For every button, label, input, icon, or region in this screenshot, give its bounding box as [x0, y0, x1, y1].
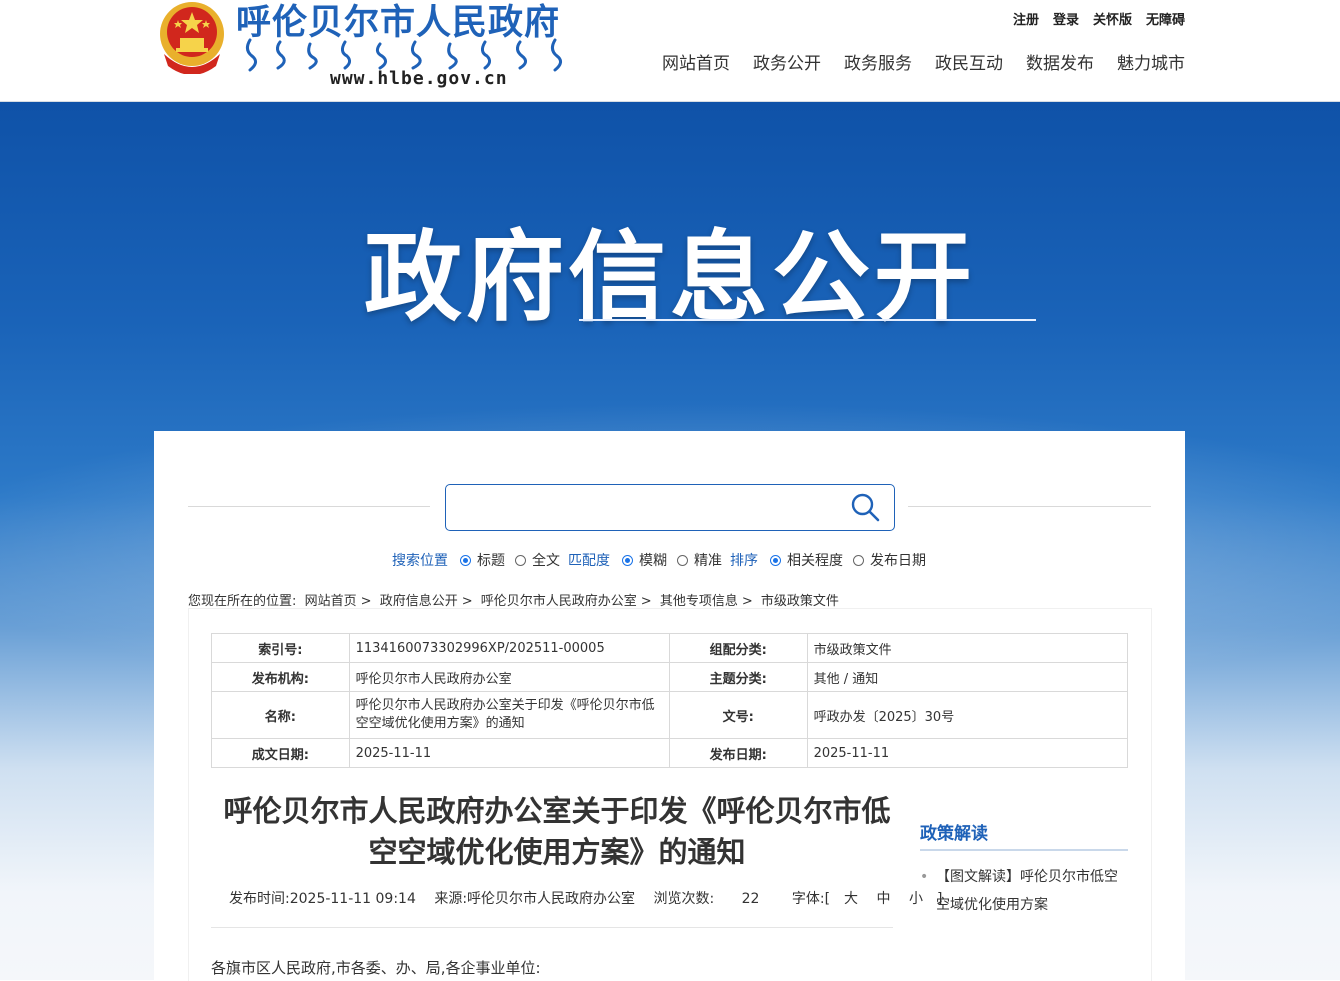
search-decor-line-right [908, 506, 1151, 507]
sort-label: 排序 [730, 553, 758, 569]
article-salutation: 各旗市区人民政府,市各委、办、局,各企事业单位: [211, 959, 541, 977]
nav-home[interactable]: 网站首页 [662, 49, 730, 74]
radio-relevance[interactable] [770, 554, 781, 566]
article-source: 来源:呼伦贝尔市人民政府办公室 [434, 891, 636, 907]
nav-data-release[interactable]: 数据发布 [1026, 49, 1094, 74]
search-input[interactable] [458, 493, 842, 523]
main-nav: 网站首页 政务公开 政务服务 政民互动 数据发布 魅力城市 [662, 49, 1185, 74]
radio-fuzzy[interactable] [622, 554, 633, 566]
meta-index-label: 索引号: [211, 633, 350, 663]
search-box [445, 484, 895, 531]
policy-interpretation-title: 政策解读 [920, 824, 988, 844]
match-label: 匹配度 [568, 553, 610, 569]
top-links: 注册 登录 关怀版 无障碍 [1013, 9, 1185, 28]
radio-exact[interactable] [677, 554, 688, 566]
search-position-label: 搜索位置 [392, 553, 448, 569]
article-title: 呼伦贝尔市人民政府办公室关于印发《呼伦贝尔市低空空域优化使用方案》的通知 [223, 794, 891, 869]
breadcrumb-special-info[interactable]: 其他专项信息 [660, 594, 738, 609]
content-card: 搜索位置 标题 全文 匹配度 模糊 精准 排序 相关程度 发布日期 您现在所在的… [154, 431, 1185, 981]
radio-fulltext-label[interactable]: 全文 [532, 550, 560, 570]
radio-exact-label[interactable]: 精准 [694, 550, 722, 570]
breadcrumb-policy-files[interactable]: 市级政策文件 [761, 594, 839, 609]
national-emblem-icon[interactable] [156, 0, 228, 74]
article-publish-time: 发布时间:2025-11-11 09:14 [229, 891, 416, 907]
list-item: • 【图文解读】呼伦贝尔市低空空域优化使用方案 [920, 863, 1130, 919]
meta-category-label: 组配分类: [668, 633, 808, 663]
meta-topic-value: 其他 / 通知 [806, 662, 1129, 692]
font-size-label: 字体:[ [791, 891, 831, 907]
radio-fulltext[interactable] [515, 554, 526, 566]
meta-category-value: 市级政策文件 [806, 633, 1129, 663]
meta-topic-label: 主题分类: [668, 662, 808, 692]
meta-published-value: 2025-11-11 [806, 738, 1129, 768]
meta-created-value: 2025-11-11 [348, 738, 670, 768]
site-domain: www.hlbe.gov.cn [330, 68, 508, 89]
meta-name-label: 名称: [211, 691, 350, 739]
meta-created-label: 成文日期: [211, 738, 350, 768]
login-link[interactable]: 登录 [1053, 9, 1079, 28]
radio-date[interactable] [853, 554, 864, 566]
radio-title[interactable] [460, 554, 471, 566]
search-decor-line-left [188, 506, 430, 507]
accessibility-link[interactable]: 无障碍 [1146, 9, 1185, 28]
article-meta: 发布时间:2025-11-11 09:14 来源:呼伦贝尔市人民政府办公室 浏览… [229, 888, 970, 908]
breadcrumb: 您现在所在的位置: 网站首页 > 政府信息公开 > 呼伦贝尔市人民政府办公室 > 其他… [188, 594, 839, 609]
breadcrumb-prefix: 您现在所在的位置: [188, 594, 297, 609]
document-meta-table: 索引号: 1134160073302996XP/202511-00005 组配分… [211, 633, 1129, 768]
care-version-link[interactable]: 关怀版 [1093, 9, 1132, 28]
radio-relevance-label[interactable]: 相关程度 [787, 550, 843, 570]
font-large-button[interactable]: 大 [844, 891, 858, 907]
meta-docno-value: 呼政办发〔2025〕30号 [806, 691, 1129, 739]
radio-date-label[interactable]: 发布日期 [870, 550, 926, 570]
nav-charm-city[interactable]: 魅力城市 [1117, 49, 1185, 74]
policy-interpretation-list: • 【图文解读】呼伦贝尔市低空空域优化使用方案 [920, 863, 1130, 919]
search-options: 搜索位置 标题 全文 匹配度 模糊 精准 排序 相关程度 发布日期 [392, 550, 928, 570]
policy-interpretation-underline [920, 849, 1128, 851]
nav-government-services[interactable]: 政务服务 [844, 49, 912, 74]
font-medium-button[interactable]: 中 [877, 891, 891, 907]
breadcrumb-info-open[interactable]: 政府信息公开 [380, 594, 458, 609]
banner-underline [579, 319, 1036, 321]
content-panel: 索引号: 1134160073302996XP/202511-00005 组配分… [188, 608, 1152, 981]
meta-index-value: 1134160073302996XP/202511-00005 [348, 633, 670, 663]
meta-publisher-label: 发布机构: [211, 662, 350, 692]
article-views: 浏览次数: 22 [654, 891, 774, 907]
meta-docno-label: 文号: [668, 691, 808, 739]
radio-title-label[interactable]: 标题 [477, 550, 505, 570]
meta-name-value: 呼伦贝尔市人民政府办公室关于印发《呼伦贝尔市低空空域优化使用方案》的通知 [348, 691, 670, 739]
meta-publisher-value: 呼伦贝尔市人民政府办公室 [348, 662, 670, 692]
site-header: 呼伦贝尔市人民政府 www.hlbe.gov.cn 注册 登录 关怀版 无障碍 … [0, 0, 1340, 102]
policy-interpretation-link[interactable]: 【图文解读】呼伦贝尔市低空空域优化使用方案 [920, 863, 1130, 919]
search-icon[interactable] [850, 492, 880, 522]
breadcrumb-office[interactable]: 呼伦贝尔市人民政府办公室 [481, 594, 637, 609]
bullet-icon: • [920, 869, 929, 885]
meta-published-label: 发布日期: [668, 738, 808, 768]
register-link[interactable]: 注册 [1013, 9, 1039, 28]
mongolian-script-logo [245, 38, 562, 72]
article-divider [211, 927, 893, 928]
nav-government-affairs-open[interactable]: 政务公开 [753, 49, 821, 74]
nav-interaction[interactable]: 政民互动 [935, 49, 1003, 74]
breadcrumb-home[interactable]: 网站首页 [305, 594, 357, 609]
article-views-count: 22 [741, 891, 760, 907]
article-views-label: 浏览次数: [653, 891, 715, 907]
radio-fuzzy-label[interactable]: 模糊 [639, 550, 667, 570]
